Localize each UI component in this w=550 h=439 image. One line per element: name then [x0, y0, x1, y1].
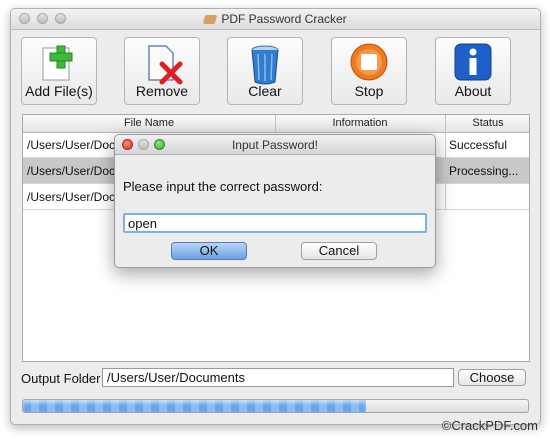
- file-name-cell: /Users/User/Doc: [27, 164, 116, 178]
- progress-fill: [23, 400, 367, 412]
- add-files-label: Add File(s): [25, 83, 93, 99]
- remove-button[interactable]: Remove: [124, 37, 200, 105]
- stop-icon: [350, 43, 388, 81]
- about-button[interactable]: About: [435, 37, 511, 105]
- clear-label: Clear: [248, 83, 282, 99]
- trash-icon: [251, 45, 279, 85]
- stop-label: Stop: [354, 83, 384, 99]
- ok-button[interactable]: OK: [171, 242, 247, 260]
- progress-bar: [22, 399, 529, 413]
- add-files-button[interactable]: Add File(s): [21, 37, 97, 105]
- title-bar: PDF Password Cracker: [11, 9, 540, 30]
- table-header: File Name Information Status: [23, 115, 529, 133]
- cancel-button[interactable]: Cancel: [301, 242, 377, 260]
- column-header-status[interactable]: Status: [445, 117, 531, 129]
- app-icon: [203, 15, 218, 24]
- add-file-icon: [42, 45, 73, 81]
- app-window: PDF Password Cracker Add File(s) Remove …: [10, 8, 541, 425]
- dialog-message: Please input the correct password:: [123, 179, 323, 194]
- column-divider: [445, 132, 446, 210]
- status-cell: Successful: [449, 138, 508, 152]
- column-header-information[interactable]: Information: [275, 117, 445, 129]
- remove-label: Remove: [135, 83, 189, 99]
- file-name-cell: /Users/User/Doc: [27, 138, 116, 152]
- window-title: PDF Password Cracker: [11, 12, 540, 26]
- about-label: About: [454, 83, 492, 99]
- watermark-text: ©CrackPDF.com: [441, 418, 538, 433]
- info-icon: [454, 43, 492, 81]
- column-header-file-name[interactable]: File Name: [23, 117, 275, 129]
- choose-button[interactable]: Choose: [458, 369, 526, 386]
- dialog-title: Input Password!: [231, 138, 319, 152]
- remove-file-icon: [148, 45, 183, 85]
- clear-button[interactable]: Clear: [227, 37, 303, 105]
- output-folder-field[interactable]: /Users/User/Documents: [102, 368, 454, 387]
- password-input[interactable]: open: [123, 213, 427, 233]
- dialog-title-bar: Input Password!: [115, 135, 435, 155]
- input-password-dialog: Input Password! Please input the correct…: [114, 134, 436, 268]
- stop-button[interactable]: Stop: [331, 37, 407, 105]
- file-name-cell: /Users/User/Doc: [27, 190, 116, 204]
- output-folder-label: Output Folder: [21, 371, 101, 386]
- status-cell: Processing...: [449, 164, 519, 178]
